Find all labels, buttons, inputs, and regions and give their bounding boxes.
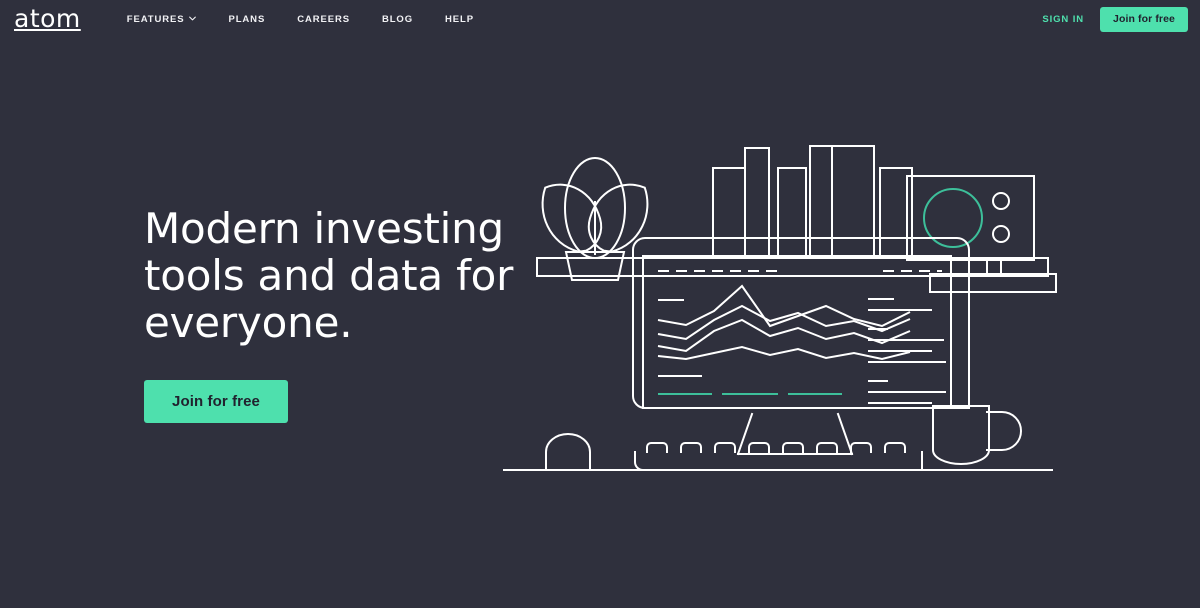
nav-link-blog[interactable]: BLOG	[366, 14, 429, 25]
nav-join-free-button[interactable]: Join for free	[1100, 6, 1188, 32]
nav-item-careers: CAREERS	[281, 14, 366, 25]
coffee-mug-icon	[932, 405, 1022, 465]
monitor-icon	[632, 237, 970, 409]
nav-actions: SIGN IN Join for free	[1042, 6, 1188, 32]
desk-workspace-illustration	[490, 140, 1090, 490]
keyboard-icon	[634, 442, 923, 471]
nav-item-blog: BLOG	[366, 14, 429, 25]
brand-logo[interactable]: atom	[14, 6, 81, 33]
mouse-icon	[545, 433, 591, 471]
main-nav-list: FEATURES PLANS CAREERS BLOG HELP	[111, 14, 490, 25]
hero-headline-line-2: tools and data for	[144, 251, 514, 300]
books-icon	[712, 145, 913, 259]
monitor-stand-icon	[736, 412, 854, 456]
nav-item-help: HELP	[429, 14, 490, 25]
nav-link-features-label: FEATURES	[126, 13, 185, 25]
nav-item-plans: PLANS	[212, 14, 281, 25]
sign-in-link[interactable]: SIGN IN	[1042, 14, 1084, 25]
nav-link-careers[interactable]: CAREERS	[281, 14, 366, 25]
nav-link-features[interactable]: FEATURES	[111, 14, 213, 25]
nav-link-plans[interactable]: PLANS	[212, 14, 281, 25]
keyboard-keys	[646, 442, 906, 453]
top-navigation-bar: atom FEATURES PLANS CAREERS BLOG HELP SI…	[0, 0, 1200, 38]
nav-item-features: FEATURES	[111, 14, 213, 25]
hero-headline: Modern investing tools and data for ever…	[144, 205, 544, 346]
screen-line-chart	[657, 284, 911, 361]
hero-headline-line-1: Modern investing	[144, 204, 505, 253]
hero-join-free-button[interactable]: Join for free	[144, 380, 288, 423]
hero-headline-line-3: everyone.	[144, 298, 353, 347]
screen-content	[657, 270, 946, 404]
nav-link-help[interactable]: HELP	[429, 14, 490, 25]
speaker-device-icon	[906, 175, 1057, 293]
chevron-down-icon	[189, 15, 197, 22]
hero-section: Modern investing tools and data for ever…	[144, 205, 544, 423]
